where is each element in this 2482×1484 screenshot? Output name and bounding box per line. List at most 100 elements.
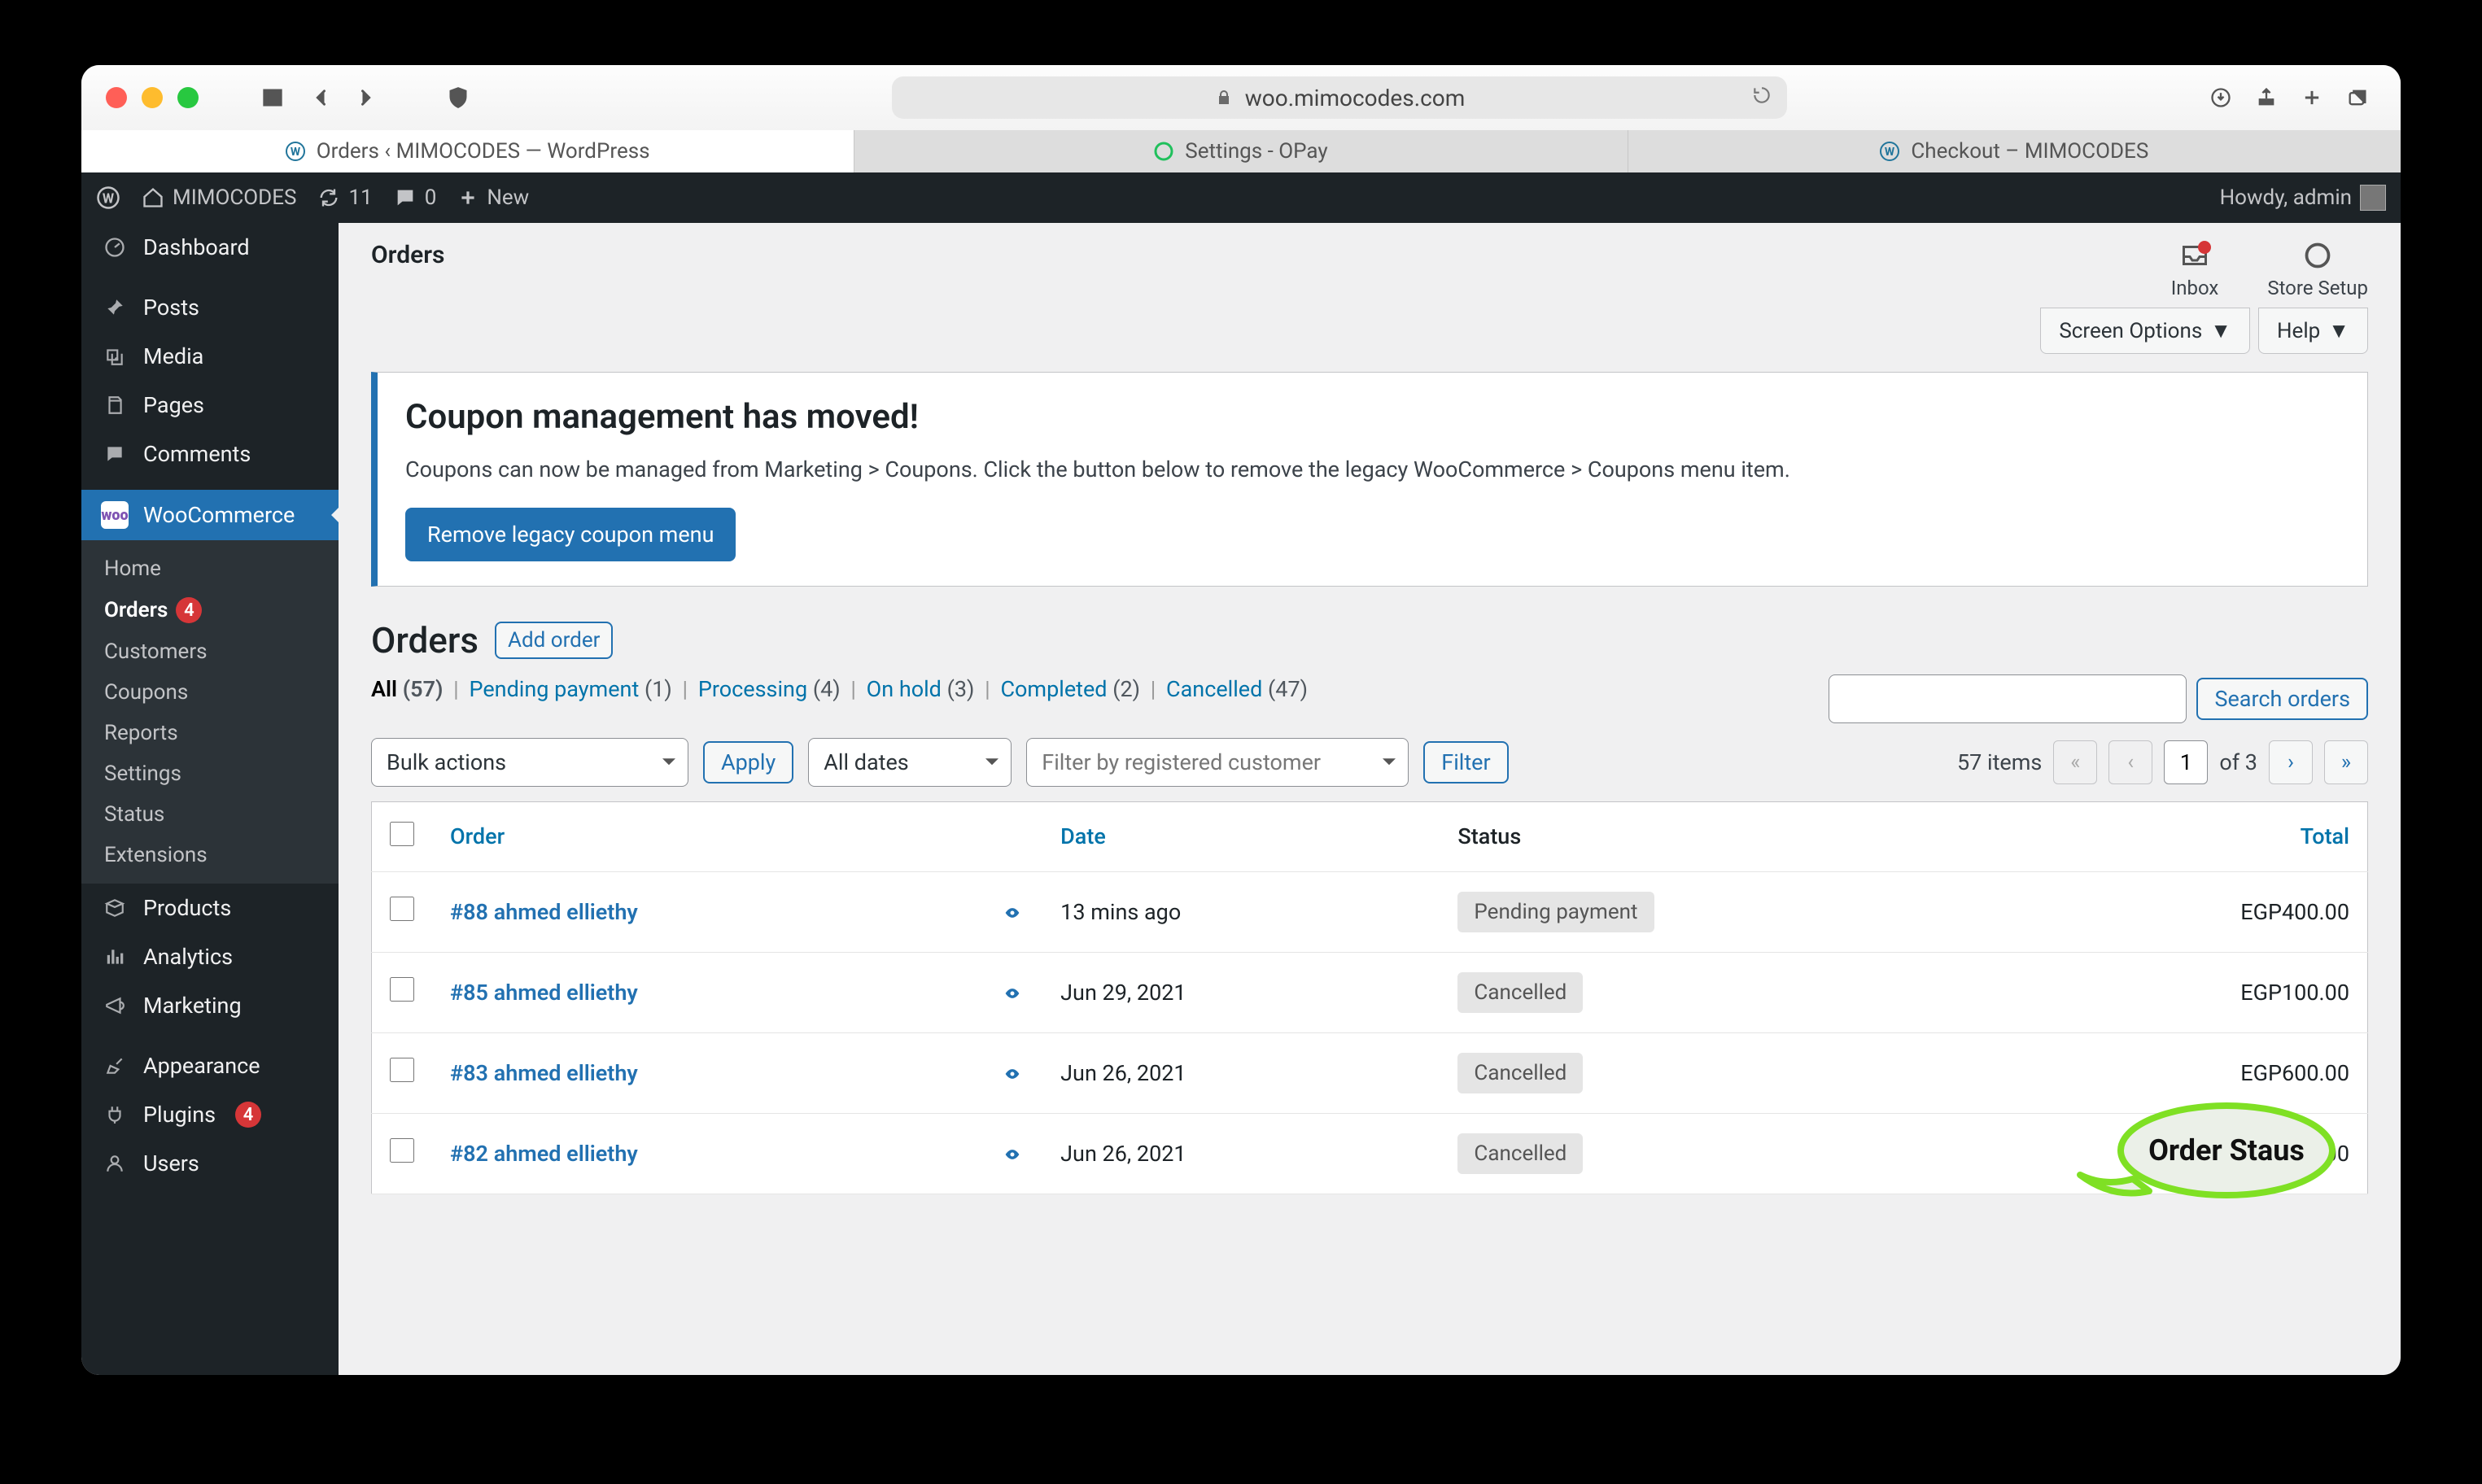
howdy-text: Howdy, admin <box>2220 186 2352 210</box>
downloads-button[interactable] <box>2202 79 2239 116</box>
woocommerce-icon: woo <box>101 501 129 529</box>
callout-annotation: Order Staus <box>2064 1102 2340 1219</box>
order-link[interactable]: #82 ahmed elliethy <box>450 1141 638 1167</box>
customer-filter-select[interactable]: Filter by registered customer <box>1026 738 1409 787</box>
status-filter-item[interactable]: Cancelled (47) <box>1166 676 1308 702</box>
search-orders-input[interactable] <box>1829 674 2187 723</box>
notice-body: Coupons can now be managed from Marketin… <box>405 453 2340 487</box>
status-filter-item[interactable]: On hold (3) <box>867 676 975 702</box>
share-button[interactable] <box>2248 79 2285 116</box>
status-filter-item[interactable]: All (57) <box>371 676 443 702</box>
sidebar-item-woocommerce[interactable]: woo WooCommerce <box>81 490 339 540</box>
search-orders-button[interactable]: Search orders <box>2196 678 2368 720</box>
sidebar-item-media[interactable]: Media <box>81 332 339 381</box>
tab-overview-button[interactable] <box>2339 79 2376 116</box>
sort-total-link[interactable]: Total <box>2301 823 2349 849</box>
submenu-item-reports[interactable]: Reports <box>81 713 339 753</box>
help-tab[interactable]: Help ▼ <box>2258 308 2368 354</box>
order-link[interactable]: #85 ahmed elliethy <box>450 980 638 1006</box>
sidebar-item-dashboard[interactable]: Dashboard <box>81 223 339 272</box>
add-order-button[interactable]: Add order <box>495 622 613 659</box>
analytics-icon <box>101 946 129 967</box>
status-filter-item[interactable]: Processing (4) <box>698 676 841 702</box>
preview-order-button[interactable] <box>1000 1060 1025 1086</box>
status-filter-item[interactable]: Completed (2) <box>1000 676 1140 702</box>
sidebar-item-label: Plugins <box>143 1102 216 1128</box>
zoom-window-button[interactable] <box>177 87 199 108</box>
order-date: 13 mins ago <box>1042 871 1440 952</box>
sidebar-item-comments[interactable]: Comments <box>81 430 339 478</box>
prev-page-button[interactable]: ‹ <box>2108 740 2152 784</box>
order-link[interactable]: #83 ahmed elliethy <box>450 1060 638 1086</box>
filter-button[interactable]: Filter <box>1423 741 1508 783</box>
browser-tab[interactable]: W Orders ‹ MIMOCODES — WordPress <box>81 130 854 172</box>
comments-link[interactable]: 0 <box>394 186 437 210</box>
page-of-text: of 3 <box>2219 749 2257 775</box>
back-button[interactable] <box>303 79 340 116</box>
sidebar-item-plugins[interactable]: Plugins 4 <box>81 1090 339 1139</box>
sort-date-link[interactable]: Date <box>1060 823 1106 849</box>
address-bar[interactable]: woo.mimocodes.com <box>892 76 1787 119</box>
order-total: EGP100.00 <box>2011 952 2368 1032</box>
select-all-checkbox[interactable] <box>390 822 414 846</box>
apply-bulk-button[interactable]: Apply <box>703 741 793 783</box>
my-account-link[interactable]: Howdy, admin <box>2220 185 2386 211</box>
browser-tab[interactable]: Settings - OPay <box>854 130 1627 172</box>
browser-tabstrip: W Orders ‹ MIMOCODES — WordPress Setting… <box>81 130 2401 172</box>
sidebar-item-products[interactable]: Products <box>81 884 339 932</box>
preview-order-button[interactable] <box>1000 980 1025 1006</box>
notification-dot-icon <box>2198 241 2211 254</box>
store-setup-button[interactable]: Store Setup <box>2267 241 2368 299</box>
forward-button[interactable] <box>347 79 384 116</box>
sidebar-toggle-button[interactable] <box>254 79 291 116</box>
order-total: EGP400.00 <box>2011 871 2368 952</box>
separator: | <box>979 676 995 702</box>
sidebar-item-pages[interactable]: Pages <box>81 381 339 430</box>
screen-options-tab[interactable]: Screen Options ▼ <box>2040 308 2250 354</box>
submenu-item-settings[interactable]: Settings <box>81 753 339 794</box>
dates-filter-select[interactable]: All dates <box>808 738 1012 787</box>
submenu-item-extensions[interactable]: Extensions <box>81 835 339 875</box>
first-page-button[interactable]: « <box>2053 740 2097 784</box>
select-all-header <box>372 801 433 871</box>
sidebar-item-analytics[interactable]: Analytics <box>81 932 339 981</box>
sidebar-item-marketing[interactable]: Marketing <box>81 981 339 1030</box>
row-checkbox[interactable] <box>390 1058 414 1082</box>
browser-tab[interactable]: W Checkout – MIMOCODES <box>1628 130 2401 172</box>
privacy-report-button[interactable] <box>439 79 477 116</box>
submenu-item-customers[interactable]: Customers <box>81 631 339 672</box>
preview-order-button[interactable] <box>1000 899 1025 925</box>
users-icon <box>101 1153 129 1174</box>
table-row[interactable]: #85 ahmed elliethyJun 29, 2021CancelledE… <box>372 952 2368 1032</box>
minimize-window-button[interactable] <box>142 87 163 108</box>
reload-button[interactable] <box>1751 85 1772 111</box>
next-page-button[interactable]: › <box>2269 740 2313 784</box>
submenu-item-status[interactable]: Status <box>81 794 339 835</box>
sidebar-item-appearance[interactable]: Appearance <box>81 1041 339 1090</box>
page-number-input[interactable] <box>2164 740 2208 784</box>
new-content-link[interactable]: New <box>457 186 529 210</box>
remove-coupon-menu-button[interactable]: Remove legacy coupon menu <box>405 508 736 561</box>
bulk-actions-select[interactable]: Bulk actions <box>371 738 688 787</box>
submenu-item-coupons[interactable]: Coupons <box>81 672 339 713</box>
row-checkbox[interactable] <box>390 977 414 1002</box>
sidebar-item-posts[interactable]: Posts <box>81 283 339 332</box>
sort-order-link[interactable]: Order <box>450 823 505 849</box>
inbox-button[interactable]: Inbox <box>2171 241 2219 299</box>
row-checkbox[interactable] <box>390 1138 414 1163</box>
content-area: Orders Inbox Store Setup <box>339 223 2401 1375</box>
row-checkbox[interactable] <box>390 897 414 921</box>
preview-order-button[interactable] <box>1000 1141 1025 1167</box>
status-filter-item[interactable]: Pending payment (1) <box>469 676 671 702</box>
updates-link[interactable]: 11 <box>317 186 372 210</box>
site-name-link[interactable]: MIMOCODES <box>142 186 296 210</box>
new-tab-button[interactable] <box>2293 79 2331 116</box>
submenu-item-home[interactable]: Home <box>81 548 339 589</box>
order-link[interactable]: #88 ahmed elliethy <box>450 899 638 925</box>
last-page-button[interactable]: » <box>2324 740 2368 784</box>
submenu-item-orders[interactable]: Orders 4 <box>81 589 339 631</box>
close-window-button[interactable] <box>106 87 127 108</box>
sidebar-item-users[interactable]: Users <box>81 1139 339 1188</box>
table-row[interactable]: #88 ahmed elliethy13 mins agoPending pay… <box>372 871 2368 952</box>
wp-logo-menu[interactable]: W <box>96 186 120 210</box>
